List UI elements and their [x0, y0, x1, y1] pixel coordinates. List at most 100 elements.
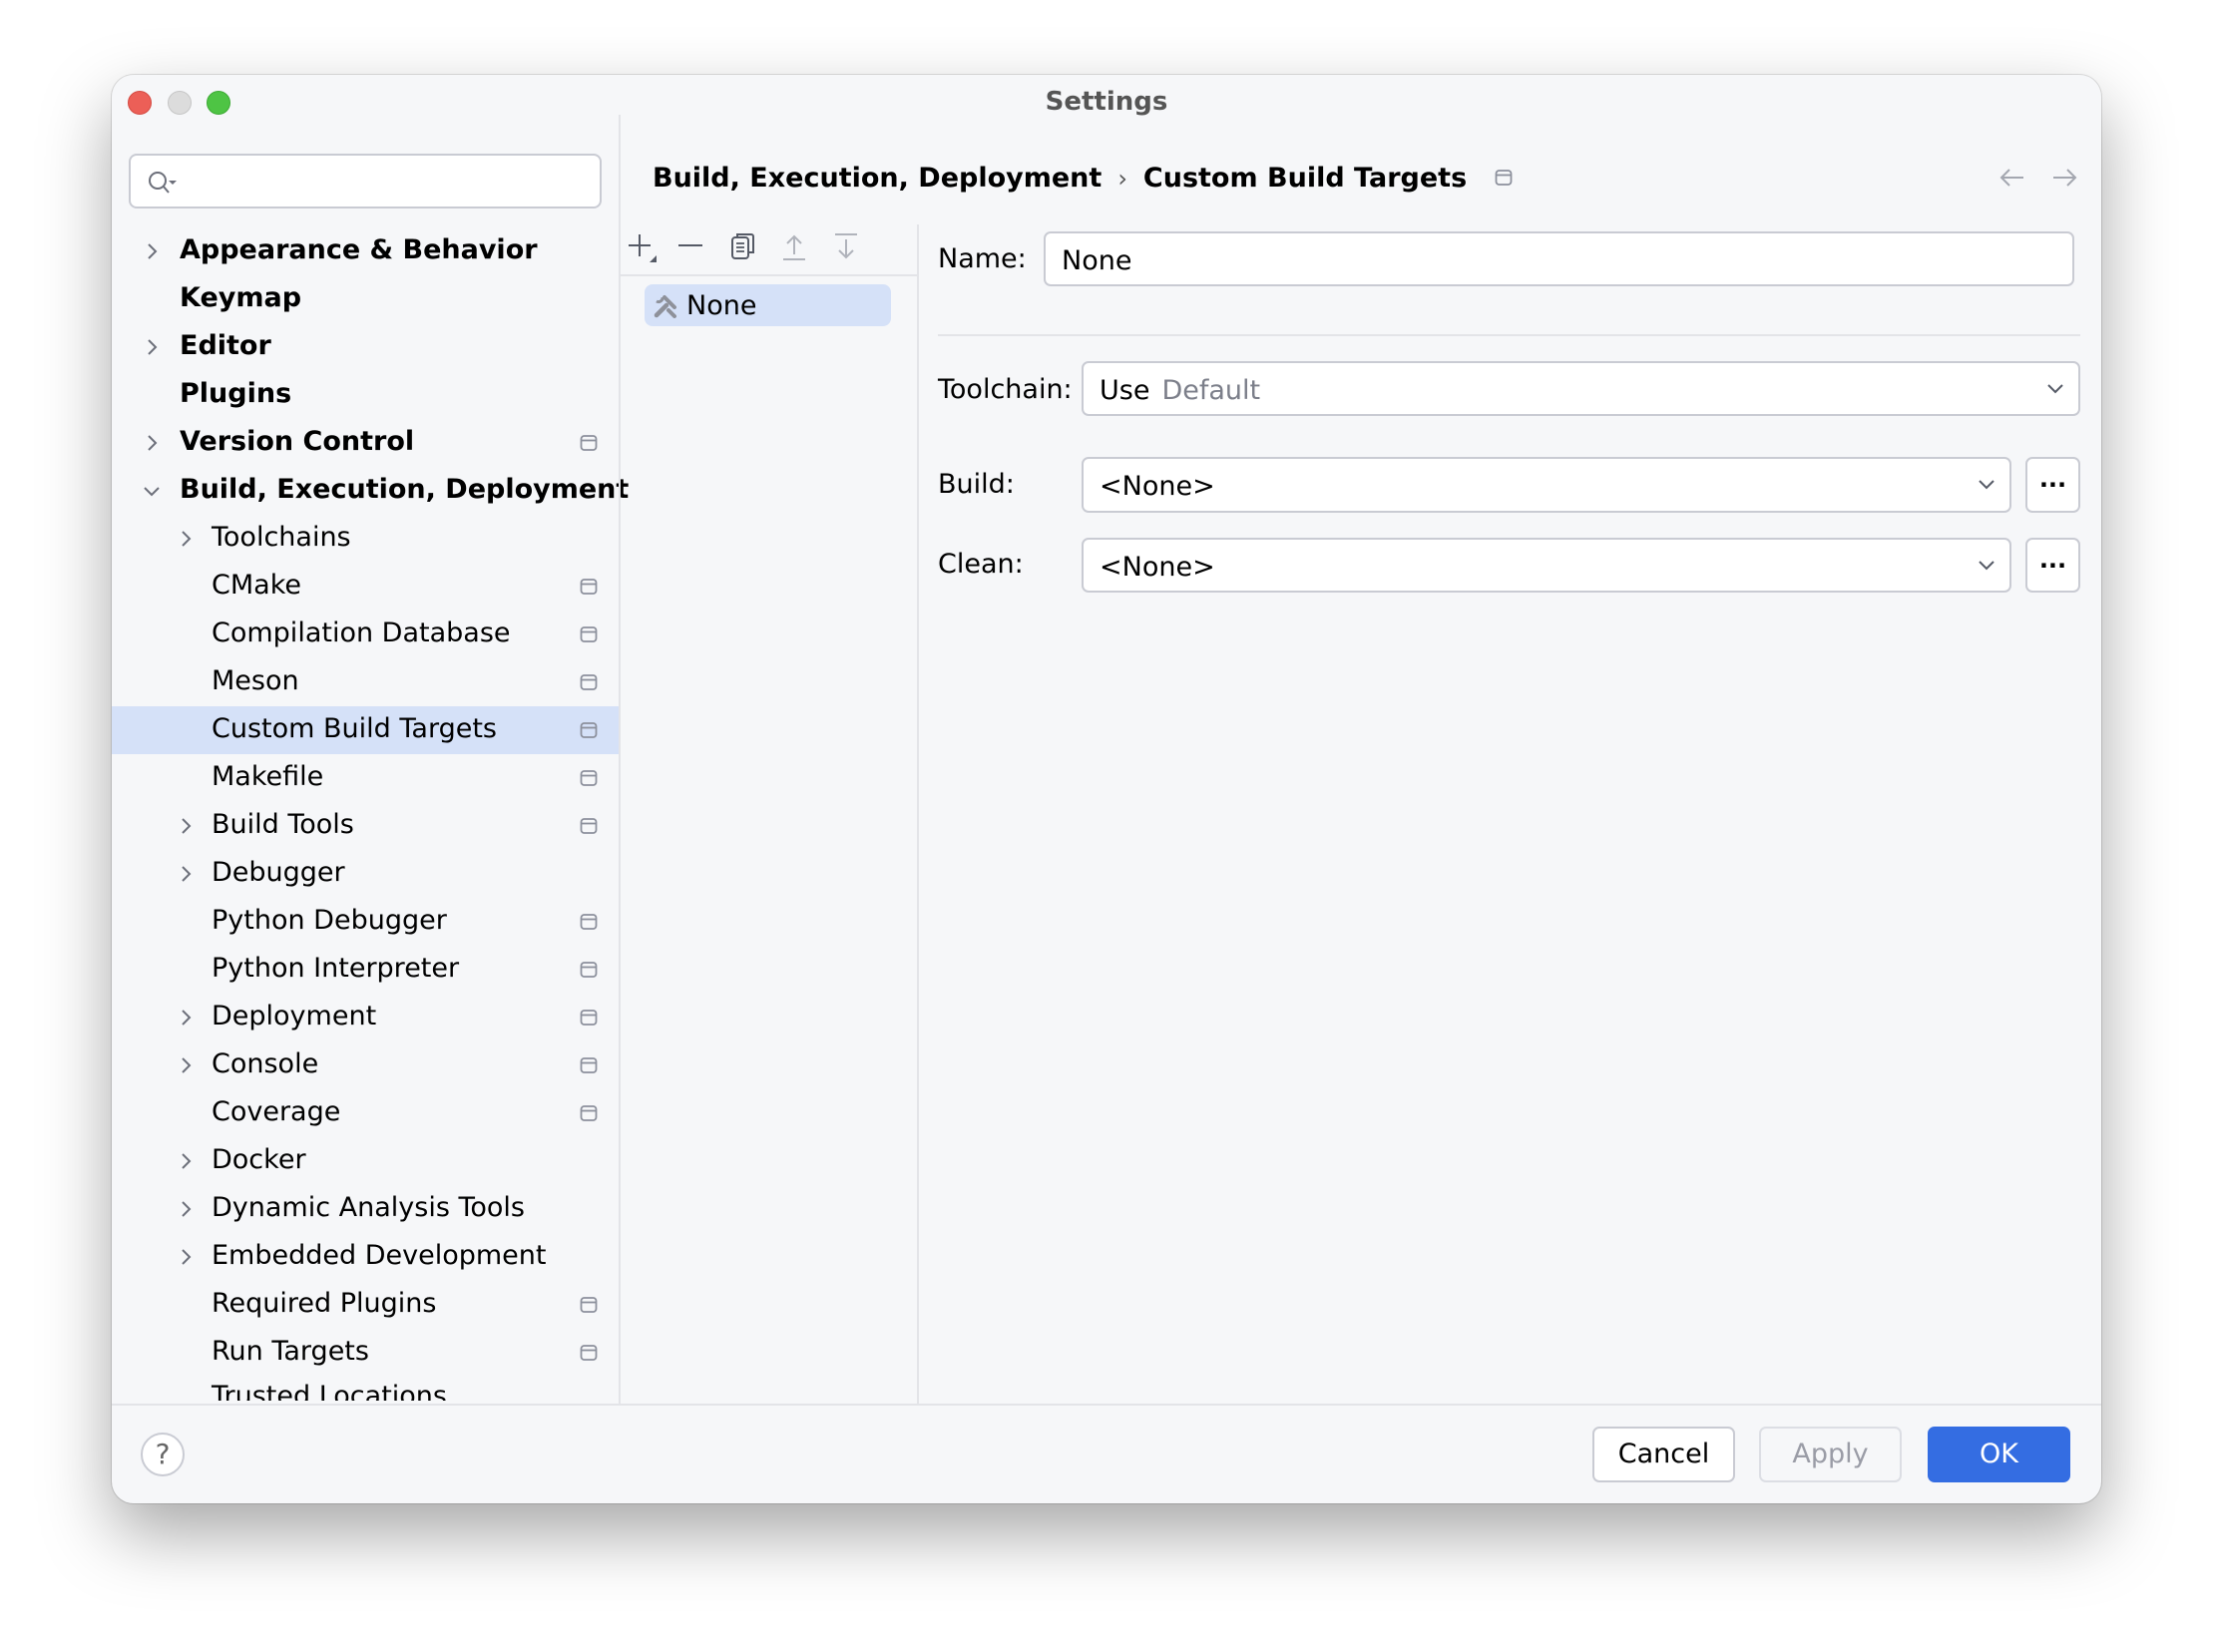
window-title: Settings [1045, 87, 1168, 117]
sidebar-item-label: Version Control [180, 426, 415, 457]
chevron-right-icon[interactable] [176, 1008, 196, 1028]
sidebar-item-cmake[interactable]: CMake [112, 563, 619, 611]
sidebar-item-label: Appearance & Behavior [180, 234, 538, 265]
name-input[interactable]: None [1044, 231, 2074, 286]
sidebar-item-custom-build-targets[interactable]: Custom Build Targets [112, 706, 619, 754]
sidebar-item-label: Coverage [212, 1096, 341, 1127]
sidebar-item-label: Keymap [180, 282, 302, 313]
settings-window: Settings Appearance & Behavior Keymap Edit… [112, 75, 2101, 1503]
chevron-right-icon[interactable] [142, 241, 162, 261]
sidebar-item-label: Makefile [212, 761, 324, 792]
clean-value: <None> [1100, 552, 1215, 583]
project-settings-icon [580, 913, 598, 935]
sidebar-item-label: Console [212, 1048, 319, 1079]
toolchain-dropdown[interactable]: Use Default [1082, 361, 2080, 416]
chevron-down-icon [2047, 384, 2063, 394]
sidebar-item-debugger[interactable]: Debugger [112, 850, 619, 898]
sidebar-item-run-targets[interactable]: Run Targets [112, 1329, 619, 1377]
chevron-right-icon[interactable] [176, 1151, 196, 1171]
targets-list-panel: None [621, 224, 917, 1477]
toolchain-value: Default [1161, 375, 1261, 406]
cancel-button[interactable]: Cancel [1592, 1427, 1735, 1482]
forward-arrow-icon[interactable] [2049, 163, 2079, 193]
chevron-right-icon[interactable] [142, 433, 162, 453]
clean-dropdown[interactable]: <None> [1082, 538, 2011, 593]
move-up-icon[interactable] [778, 230, 812, 264]
chevron-right-icon[interactable] [176, 1247, 196, 1267]
sidebar-item-build-tools[interactable]: Build Tools [112, 802, 619, 850]
chevron-down-icon [1979, 480, 1994, 490]
sidebar-item-label: Debugger [212, 857, 345, 888]
settings-search-input[interactable] [129, 154, 602, 208]
settings-sidebar: Appearance & Behavior Keymap Editor Plugins… [112, 131, 629, 1477]
sidebar-item-python-debugger[interactable]: Python Debugger [112, 898, 619, 946]
target-list-item[interactable]: None [645, 284, 891, 326]
build-browse-button[interactable]: ... [2025, 457, 2080, 513]
toolchain-prefix: Use [1100, 375, 1150, 406]
clean-browse-button[interactable]: ... [2025, 538, 2080, 593]
chevron-right-icon[interactable] [176, 1055, 196, 1075]
apply-button[interactable]: Apply [1759, 1427, 1902, 1482]
sidebar-item-console[interactable]: Console [112, 1041, 619, 1089]
sidebar-item-makefile[interactable]: Makefile [112, 754, 619, 802]
sidebar-item-dynamic-analysis-tools[interactable]: Dynamic Analysis Tools [112, 1185, 619, 1233]
copy-icon[interactable] [726, 230, 760, 264]
chevron-right-icon[interactable] [142, 337, 162, 357]
sidebar-item-label: Run Targets [212, 1336, 369, 1367]
chevron-right-icon[interactable] [176, 864, 196, 884]
sidebar-item-label: Dynamic Analysis Tools [212, 1192, 525, 1223]
sidebar-item-trusted-locations[interactable]: Trusted Locations [112, 1377, 619, 1401]
sidebar-item-toolchains[interactable]: Toolchains [112, 515, 619, 563]
targets-toolbar [621, 224, 917, 276]
sidebar-item-keymap[interactable]: Keymap [112, 275, 619, 323]
sidebar-item-label: Python Debugger [212, 905, 447, 936]
sidebar-item-version-control[interactable]: Version Control [112, 419, 619, 467]
build-dropdown[interactable]: <None> [1082, 457, 2011, 513]
back-arrow-icon[interactable] [1997, 163, 2027, 193]
sidebar-item-appearance-behavior[interactable]: Appearance & Behavior [112, 227, 619, 275]
add-icon[interactable] [625, 230, 659, 264]
list-divider [917, 224, 919, 1404]
sidebar-item-deployment[interactable]: Deployment [112, 994, 619, 1041]
sidebar-item-label: Plugins [180, 378, 292, 409]
breadcrumb-separator: › [1117, 164, 1127, 193]
name-value: None [1062, 245, 1132, 276]
chevron-right-icon[interactable] [176, 816, 196, 836]
build-label: Build: [938, 469, 1015, 500]
sidebar-item-label: Compilation Database [212, 618, 511, 648]
move-down-icon[interactable] [830, 230, 864, 264]
chevron-right-icon[interactable] [176, 529, 196, 549]
project-settings-icon [580, 1344, 598, 1366]
breadcrumb-parent[interactable]: Build, Execution, Deployment [653, 163, 1102, 194]
sidebar-item-required-plugins[interactable]: Required Plugins [112, 1281, 619, 1329]
chevron-down-icon[interactable] [142, 481, 162, 501]
ok-button[interactable]: OK [1928, 1427, 2070, 1482]
clean-label: Clean: [938, 549, 1024, 580]
sidebar-item-label: Docker [212, 1144, 306, 1175]
project-settings-icon [580, 434, 598, 456]
sidebar-item-editor[interactable]: Editor [112, 323, 619, 371]
project-settings-icon [1495, 163, 1513, 194]
sidebar-item-build-execution-deployment[interactable]: Build, Execution, Deployment [112, 467, 629, 515]
project-settings-icon [580, 673, 598, 695]
sidebar-item-compilation-database[interactable]: Compilation Database [112, 611, 619, 658]
sidebar-item-plugins[interactable]: Plugins [112, 371, 619, 419]
help-button[interactable]: ? [141, 1433, 185, 1476]
sidebar-item-label: Deployment [212, 1001, 377, 1032]
chevron-right-icon[interactable] [176, 1199, 196, 1219]
sidebar-item-coverage[interactable]: Coverage [112, 1089, 619, 1137]
sidebar-item-label: Meson [212, 665, 299, 696]
sidebar-item-label: Toolchains [212, 522, 351, 553]
footer-separator [112, 1404, 2101, 1406]
remove-icon[interactable] [674, 230, 708, 264]
project-settings-icon [580, 769, 598, 791]
build-value: <None> [1100, 471, 1215, 502]
sidebar-item-docker[interactable]: Docker [112, 1137, 619, 1185]
sidebar-item-embedded-development[interactable]: Embedded Development [112, 1233, 619, 1281]
project-settings-icon [580, 1009, 598, 1031]
target-name: None [686, 290, 757, 321]
project-settings-icon [580, 817, 598, 839]
sidebar-item-meson[interactable]: Meson [112, 658, 619, 706]
sidebar-item-label: Trusted Locations [212, 1381, 447, 1401]
sidebar-item-python-interpreter[interactable]: Python Interpreter [112, 946, 619, 994]
